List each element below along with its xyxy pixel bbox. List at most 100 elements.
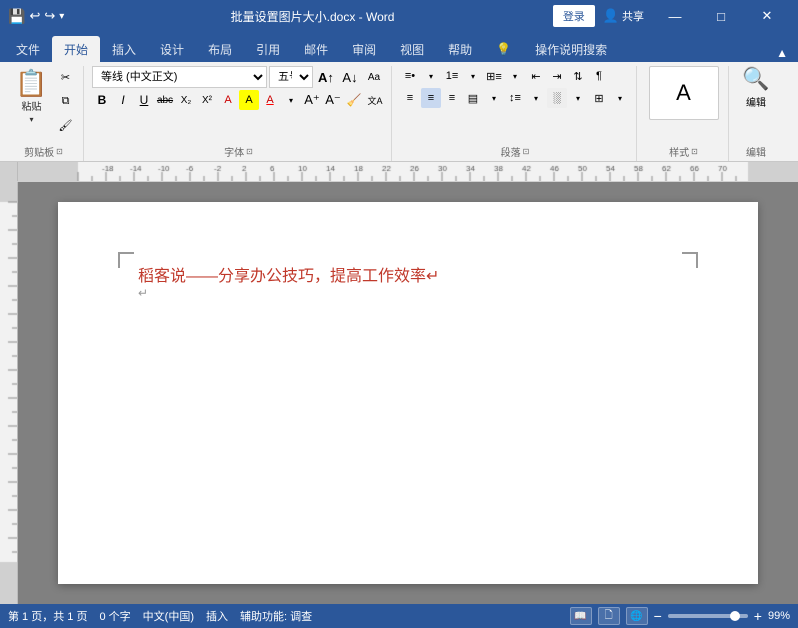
- edit-mode: 插入: [206, 608, 228, 624]
- subscript-button[interactable]: X₂: [176, 90, 196, 110]
- strikethrough-button[interactable]: abc: [155, 90, 175, 110]
- font-grow-button[interactable]: A↑: [315, 66, 337, 88]
- ribbon-group-editing: 🔍 编辑 编辑: [731, 66, 781, 161]
- main-area: 稻客说——分享办公技巧，提高工作效率↵ ↵: [0, 182, 798, 604]
- tab-references[interactable]: 引用: [244, 36, 292, 62]
- ribbon-group-font: 等线 (中文正文) 五号 A↑ A↓ Aa B I U abc X₂ X² A …: [86, 66, 392, 161]
- align-left-button[interactable]: ≡: [400, 88, 420, 108]
- text-effects-button[interactable]: A: [218, 90, 238, 110]
- vertical-ruler-canvas: [0, 182, 18, 582]
- tab-lightbulb[interactable]: 💡: [484, 36, 523, 62]
- document-page[interactable]: 稻客说——分享办公技巧，提高工作效率↵ ↵: [58, 202, 758, 584]
- status-right: 📖 🗋 🌐 − + 99%: [570, 607, 790, 625]
- shading-button[interactable]: ░: [547, 88, 567, 108]
- decrease-font-button[interactable]: A⁻: [323, 90, 343, 110]
- clear-format-button[interactable]: 🧹: [344, 90, 364, 110]
- tab-design[interactable]: 设计: [148, 36, 196, 62]
- quick-access-toolbar: 💾 ↩ ↪ ▾: [8, 8, 64, 25]
- bullets-button[interactable]: ≡•: [400, 66, 420, 86]
- collapse-ribbon-icon[interactable]: ▲: [770, 44, 794, 62]
- tab-review[interactable]: 审阅: [340, 36, 388, 62]
- ribbon-group-paragraph: ≡• ▾ 1≡ ▾ ⊞≡ ▾ ⇤ ⇥ ⇅ ¶ ≡ ≡ ≡ ▤ ▾ ↕≡ ▾ ░ …: [394, 66, 637, 161]
- title-bar: 💾 ↩ ↪ ▾ 批量设置图片大小.docx - Word 登录 👤 共享 — □…: [0, 0, 798, 32]
- line-spacing-dropdown[interactable]: ▾: [526, 88, 546, 108]
- font-expand-icon[interactable]: ⊡: [246, 147, 253, 156]
- document-area[interactable]: 稻客说——分享办公技巧，提高工作效率↵ ↵: [18, 182, 798, 604]
- tab-help[interactable]: 帮助: [436, 36, 484, 62]
- login-button[interactable]: 登录: [553, 5, 595, 27]
- ruler-container: [0, 162, 798, 182]
- web-layout-button[interactable]: 🌐: [626, 607, 648, 625]
- cut-button[interactable]: ✂: [55, 66, 77, 88]
- align-right-button[interactable]: ≡: [442, 88, 462, 108]
- paste-button[interactable]: 📋 粘贴 ▾: [11, 66, 53, 128]
- zoom-slider[interactable]: [668, 614, 748, 618]
- find-replace-button[interactable]: 🔍 编辑: [742, 66, 769, 109]
- font-color-dropdown[interactable]: ▾: [281, 90, 301, 110]
- window-controls: — □ ✕: [652, 0, 790, 32]
- bold-button[interactable]: B: [92, 90, 112, 110]
- ribbon-body: 📋 粘贴 ▾ ✂ ⧉ 🖌 剪贴板 ⊡ 等线 (中文正文) 五号: [0, 62, 798, 162]
- tab-home[interactable]: 开始: [52, 36, 100, 62]
- customize-icon[interactable]: ▾: [59, 11, 64, 22]
- italic-button[interactable]: I: [113, 90, 133, 110]
- increase-font-button[interactable]: A⁺: [302, 90, 322, 110]
- tab-file[interactable]: 文件: [4, 36, 52, 62]
- save-icon[interactable]: 💾: [8, 8, 25, 25]
- superscript-button[interactable]: X²: [197, 90, 217, 110]
- paragraph-mark: ↵: [138, 286, 688, 300]
- tab-search[interactable]: 操作说明搜索: [523, 36, 619, 62]
- line-spacing-button[interactable]: ↕≡: [505, 88, 525, 108]
- tab-insert[interactable]: 插入: [100, 36, 148, 62]
- document-title[interactable]: 稻客说——分享办公技巧，提高工作效率↵: [138, 262, 688, 286]
- zoom-plus-button[interactable]: +: [754, 608, 762, 624]
- underline-button[interactable]: U: [134, 90, 154, 110]
- increase-indent-button[interactable]: ⇥: [547, 66, 567, 86]
- ruler: [18, 162, 798, 181]
- copy-button[interactable]: ⧉: [55, 90, 77, 112]
- zoom-slider-thumb[interactable]: [730, 611, 740, 621]
- font-name-select[interactable]: 等线 (中文正文): [92, 66, 267, 88]
- corner-mark-top-right: [682, 252, 698, 268]
- title-text: 批量设置图片大小.docx - Word: [72, 8, 553, 25]
- change-case-button[interactable]: Aa: [363, 66, 385, 88]
- font-size-select[interactable]: 五号: [269, 66, 313, 88]
- tab-layout[interactable]: 布局: [196, 36, 244, 62]
- ruler-left-margin: [0, 162, 18, 181]
- borders-button[interactable]: ⊞: [589, 88, 609, 108]
- phonetic-button[interactable]: 文A: [365, 90, 385, 110]
- font-color-button[interactable]: A: [260, 90, 280, 110]
- bullets-dropdown[interactable]: ▾: [421, 66, 441, 86]
- align-center-button[interactable]: ≡: [421, 88, 441, 108]
- decrease-indent-button[interactable]: ⇤: [526, 66, 546, 86]
- read-mode-button[interactable]: 📖: [570, 607, 592, 625]
- paragraph-expand-icon[interactable]: ⊡: [523, 147, 530, 156]
- maximize-button[interactable]: □: [698, 0, 744, 32]
- sort-button[interactable]: ⇅: [568, 66, 588, 86]
- styles-expand-icon[interactable]: ⊡: [691, 147, 698, 156]
- print-layout-button[interactable]: 🗋: [598, 607, 620, 625]
- numbering-button[interactable]: 1≡: [442, 66, 462, 86]
- multilevel-button[interactable]: ⊞≡: [484, 66, 504, 86]
- redo-icon[interactable]: ↪: [44, 8, 55, 24]
- clipboard-expand-icon[interactable]: ⊡: [56, 147, 63, 156]
- format-painter-button[interactable]: 🖌: [55, 114, 77, 136]
- multilevel-dropdown[interactable]: ▾: [505, 66, 525, 86]
- zoom-minus-button[interactable]: −: [654, 608, 662, 624]
- font-shrink-button[interactable]: A↓: [339, 66, 361, 88]
- styles-gallery-button[interactable]: A: [649, 66, 719, 120]
- share-button[interactable]: 👤 共享: [603, 8, 644, 24]
- tab-mail[interactable]: 邮件: [292, 36, 340, 62]
- borders-dropdown[interactable]: ▾: [610, 88, 630, 108]
- justify-dropdown[interactable]: ▾: [484, 88, 504, 108]
- justify-button[interactable]: ▤: [463, 88, 483, 108]
- tab-view[interactable]: 视图: [388, 36, 436, 62]
- numbering-dropdown[interactable]: ▾: [463, 66, 483, 86]
- close-button[interactable]: ✕: [744, 0, 790, 32]
- minimize-button[interactable]: —: [652, 0, 698, 32]
- paste-dropdown-icon[interactable]: ▾: [29, 115, 33, 124]
- shading-dropdown[interactable]: ▾: [568, 88, 588, 108]
- undo-icon[interactable]: ↩: [29, 8, 40, 24]
- highlight-button[interactable]: A: [239, 90, 259, 110]
- show-marks-button[interactable]: ¶: [589, 66, 609, 86]
